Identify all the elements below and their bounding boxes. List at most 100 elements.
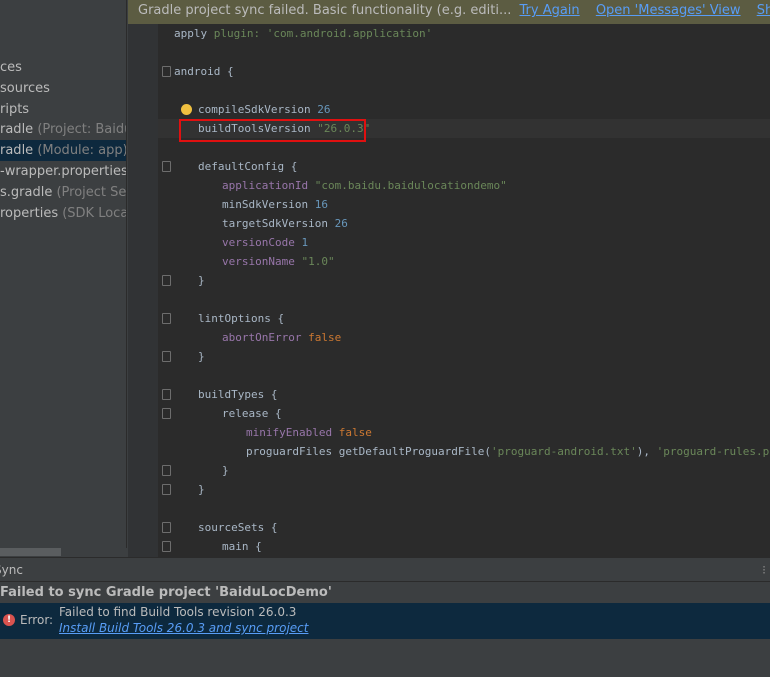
code-line: } [198, 271, 205, 290]
tree-item-label: radle [0, 143, 34, 159]
code-line: } [222, 461, 229, 480]
code-token: 26 [317, 103, 331, 116]
code-token: buildTypes { [198, 388, 278, 401]
code-token: 'proguard-android.txt' [491, 445, 637, 458]
code-token: plugin: 'com.android.application' [213, 27, 433, 40]
tree-item-hint: (Project Settin [56, 184, 127, 200]
code-token: versionCode [222, 236, 302, 249]
tree-item-label: roperties [0, 205, 59, 221]
code-line: lintOptions { [198, 309, 284, 328]
code-token: sourceSets { [198, 521, 278, 534]
code-line: buildTypes { [198, 385, 277, 404]
tree-item-label: ripts [0, 101, 30, 117]
fold-marker-icon[interactable] [162, 484, 171, 495]
code-line: sourceSets { [198, 518, 277, 537]
code-line: android { [174, 62, 234, 81]
tree-item[interactable]: roperties (SDK Locatio [0, 203, 126, 224]
code-line: defaultConfig { [198, 157, 297, 176]
settings-icon[interactable]: ⁝ [762, 558, 766, 582]
fold-marker-icon[interactable] [162, 275, 171, 286]
code-token: lintOptions { [198, 312, 285, 325]
fold-marker-icon[interactable] [162, 541, 171, 552]
code-token: 'proguard-rules.pro' [656, 445, 770, 458]
fold-marker-icon[interactable] [162, 389, 171, 400]
code-line: versionCode 1 [222, 233, 308, 252]
code-token: targetSdkVersion [222, 217, 335, 230]
show-log-link[interactable]: Show Log in Exp [757, 3, 770, 18]
code-token: compileSdkVersion [198, 103, 318, 116]
highlight-annotation-box [179, 119, 366, 142]
tree-item[interactable]: ces [0, 57, 126, 78]
code-token: versionName [222, 255, 302, 268]
code-editor[interactable]: apply plugin: 'com.android.application' a… [128, 0, 770, 557]
code-token: "1.0" [301, 255, 335, 268]
code-token: } [222, 464, 229, 477]
code-token: 16 [314, 198, 328, 211]
code-token: apply [174, 27, 214, 40]
tree-item-hint: (Project: BaiduLo [37, 122, 126, 138]
project-tree-scrollbar[interactable] [0, 548, 127, 557]
tab-sync[interactable]: Sync [0, 563, 23, 577]
code-token: } [198, 350, 205, 363]
code-token: main { [222, 540, 262, 553]
tree-item[interactable]: radle (Module: app) [0, 140, 127, 162]
tree-item-label: sources [0, 80, 50, 96]
open-messages-link[interactable]: Open 'Messages' View [596, 3, 741, 18]
sync-panel: Sync ⁝ Failed to sync Gradle project 'Ba… [0, 557, 770, 677]
code-token: false [308, 331, 342, 344]
fold-marker-icon[interactable] [162, 465, 171, 476]
install-build-tools-link[interactable]: Install Build Tools 26.0.3 and sync proj… [59, 621, 308, 635]
code-line: } [198, 347, 205, 366]
sync-panel-header: Sync ⁝ [0, 558, 770, 582]
code-token: release { [222, 407, 282, 420]
error-message: Failed to find Build Tools revision 26.0… [59, 605, 297, 619]
code-token: proguardFiles getDefaultProguardFile( [246, 445, 492, 458]
code-token: false [338, 426, 372, 439]
error-row[interactable]: ! Error: Failed to find Build Tools revi… [0, 603, 770, 639]
fold-marker-icon[interactable] [162, 351, 171, 362]
code-line: } [198, 480, 205, 499]
tree-item-hint: (Module: app) [33, 143, 127, 159]
banner-message: Gradle project sync failed. Basic functi… [138, 3, 512, 18]
code-line: compileSdkVersion 26 [198, 100, 330, 119]
sync-failure-title: Failed to sync Gradle project 'BaiduLocD… [0, 585, 332, 600]
code-token: applicationId [222, 179, 315, 192]
tree-item-hint: (SDK Locatio [62, 205, 126, 221]
code-token: minSdkVersion [222, 198, 315, 211]
code-line: abortOnError false [222, 328, 341, 347]
error-icon: ! [3, 614, 15, 626]
code-line: main { [222, 537, 262, 556]
lightbulb-icon[interactable] [181, 104, 192, 115]
code-token: abortOnError [222, 331, 309, 344]
tree-item[interactable]: ripts [0, 99, 126, 120]
tree-item[interactable]: radle (Project: BaiduLo [0, 119, 126, 140]
tree-item[interactable]: -wrapper.properties (G [0, 161, 126, 182]
fold-marker-icon[interactable] [162, 66, 171, 77]
tree-item[interactable]: s.gradle (Project Settin [0, 182, 127, 203]
fold-marker-icon[interactable] [162, 161, 171, 172]
tree-item-label: radle [0, 122, 34, 138]
error-label: Error: [20, 613, 54, 627]
code-line: applicationId "com.baidu.baidulocationde… [222, 176, 507, 195]
code-token: defaultConfig { [198, 160, 298, 173]
project-tree: cessourcesriptsradle (Project: BaiduLora… [0, 0, 127, 557]
code-token: 1 [301, 236, 309, 249]
code-line: apply plugin: 'com.android.application' [174, 24, 432, 43]
editor-gutter [128, 0, 158, 557]
try-again-link[interactable]: Try Again [520, 3, 580, 18]
tree-item-label: s.gradle [0, 184, 53, 200]
tree-item[interactable]: sources [0, 78, 126, 99]
fold-marker-icon[interactable] [162, 408, 171, 419]
code-line: targetSdkVersion 26 [222, 214, 348, 233]
code-token: 26 [334, 217, 348, 230]
tree-item-label: ces [0, 60, 22, 75]
fold-marker-icon[interactable] [162, 313, 171, 324]
code-token: } [198, 483, 205, 496]
code-line: proguardFiles getDefaultProguardFile('pr… [246, 442, 770, 461]
code-token: "com.baidu.baidulocationdemo" [314, 179, 507, 192]
code-line: release { [222, 404, 282, 423]
code-token: ), [636, 445, 657, 458]
code-token: android { [174, 65, 234, 78]
fold-marker-icon[interactable] [162, 522, 171, 533]
code-token: } [198, 274, 205, 287]
